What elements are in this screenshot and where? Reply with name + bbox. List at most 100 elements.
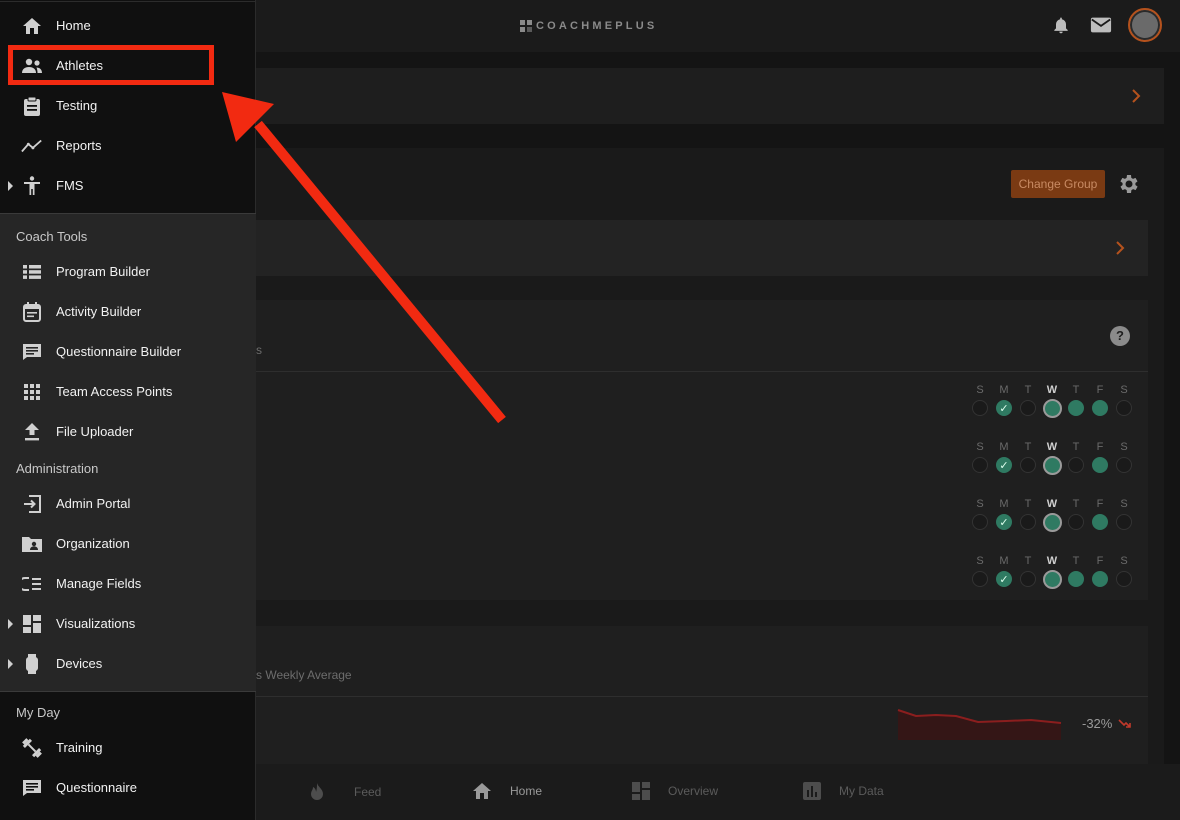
notifications-bell-icon[interactable] — [1048, 12, 1074, 38]
day-dots: ✓ — [968, 398, 1136, 418]
sidebar-item-visualizations[interactable]: Visualizations — [0, 604, 256, 644]
sidebar-item-questionnaire[interactable]: Questionnaire — [0, 768, 256, 808]
dumbbell-icon — [21, 737, 43, 759]
sidebar-item-organization[interactable]: Organization — [0, 524, 256, 564]
sidebar-item-label: Team Access Points — [56, 384, 173, 399]
brand-logo: COACHMEPLUS — [520, 17, 657, 35]
check-icon: ✓ — [996, 457, 1012, 473]
list-view-icon — [21, 261, 43, 283]
sidebar-item-label: Questionnaire — [56, 780, 137, 795]
week-tracker: SMTWTFS ✓ — [968, 441, 1136, 475]
section-title-coach-tools: Coach Tools — [16, 229, 88, 244]
sidebar-item-label: Program Builder — [56, 264, 150, 279]
sidebar-item-fms[interactable]: FMS — [0, 166, 256, 206]
chevron-right-icon[interactable] — [1126, 86, 1146, 106]
logo-mark-icon — [520, 20, 532, 32]
section-title-my-day: My Day — [16, 705, 61, 720]
person-standing-icon — [21, 175, 43, 197]
coach-admin-section: Coach Tools Program Builder Activity Bui… — [0, 213, 256, 692]
upload-icon — [21, 421, 43, 443]
mail-icon[interactable] — [1088, 12, 1114, 38]
sidebar-item-label: Training — [56, 740, 103, 755]
sidebar-item-team-access-points[interactable]: Team Access Points — [0, 372, 256, 412]
highlight-box — [8, 45, 214, 85]
sidebar-item-program-builder[interactable]: Program Builder — [0, 252, 256, 292]
weekly-average-label: s Weekly Average — [256, 668, 352, 682]
trend-percent: -32% — [1082, 716, 1113, 731]
week-tracker: SMTWTFS ✓ — [968, 555, 1136, 589]
chat-box-icon — [21, 341, 43, 363]
sidebar-item-label: Organization — [56, 536, 130, 551]
sidebar-item-label: Questionnaire Builder — [56, 344, 182, 359]
folder-person-icon — [21, 533, 43, 555]
sidebar-item-label: Visualizations — [56, 616, 136, 631]
gear-icon[interactable] — [1116, 172, 1140, 196]
side-menu: Home Athletes Testing Reports FMS Coach … — [0, 0, 256, 820]
sidebar-item-devices[interactable]: Devices — [0, 644, 256, 684]
weekday-labels: SMTWTFS — [976, 498, 1128, 510]
home-icon — [473, 783, 491, 799]
sidebar-item-label: Home — [56, 18, 91, 33]
weekday-labels: SMTWTFS — [976, 555, 1128, 567]
trend-line-icon — [21, 135, 43, 157]
trend-down-icon — [1118, 719, 1131, 728]
group-row[interactable] — [256, 220, 1148, 276]
expand-caret-icon[interactable] — [8, 659, 13, 669]
sidebar-item-questionnaire-builder[interactable]: Questionnaire Builder — [0, 332, 256, 372]
weekday-labels: SMTWTFS — [976, 384, 1128, 396]
sidebar-item-manage-fields[interactable]: Manage Fields — [0, 564, 256, 604]
sidebar-item-label: FMS — [56, 178, 84, 193]
sign-in-icon — [21, 493, 43, 515]
sidebar-item-label: Activity Builder — [56, 304, 142, 319]
sidebar-item-training[interactable]: Training — [0, 728, 256, 768]
grid-dots-icon — [21, 381, 43, 403]
sidebar-item-label: File Uploader — [56, 424, 134, 439]
day-dots: ✓ — [968, 569, 1136, 589]
sidebar-item-testing[interactable]: Testing — [0, 86, 256, 126]
summary-card[interactable] — [256, 68, 1164, 124]
section-title-administration: Administration — [16, 461, 99, 476]
bar-chart-icon — [803, 782, 821, 800]
sidebar-item-label: Reports — [56, 138, 102, 153]
calendar-note-icon — [21, 301, 43, 323]
card-subtitle-fragment: s — [256, 343, 262, 357]
help-icon[interactable]: ? — [1110, 326, 1130, 346]
flame-icon — [311, 783, 323, 800]
chevron-right-icon[interactable] — [1110, 238, 1130, 258]
fields-list-icon — [21, 573, 43, 595]
sidebar-item-label: Manage Fields — [56, 576, 142, 591]
sidebar-item-activity-builder[interactable]: Activity Builder — [0, 292, 256, 332]
clipboard-icon — [21, 95, 43, 117]
sidebar-item-label: Devices — [56, 656, 103, 671]
chat-box-icon — [21, 777, 43, 799]
sidebar-item-home[interactable]: Home — [0, 6, 256, 46]
day-dots: ✓ — [968, 455, 1136, 475]
check-icon: ✓ — [996, 571, 1012, 587]
week-tracker: SMTWTFS ✓ — [968, 498, 1136, 532]
sidebar-item-file-uploader[interactable]: File Uploader — [0, 412, 256, 452]
expand-caret-icon[interactable] — [8, 619, 13, 629]
bottom-nav-overview[interactable]: Overview — [632, 782, 718, 800]
sidebar-item-admin-portal[interactable]: Admin Portal — [0, 484, 256, 524]
brand-name: COACHMEPLUS — [536, 20, 658, 32]
bottom-nav-my-data[interactable]: My Data — [803, 782, 884, 800]
day-dots: ✓ — [968, 512, 1136, 532]
dashboard-icon — [632, 782, 650, 800]
sidebar-item-label: Testing — [56, 98, 98, 113]
sparkline-chart — [897, 709, 1062, 740]
user-avatar[interactable] — [1128, 8, 1162, 42]
sidebar-item-reports[interactable]: Reports — [0, 126, 256, 166]
sidebar-item-label: Admin Portal — [56, 496, 131, 511]
divider — [256, 371, 1148, 372]
expand-caret-icon[interactable] — [8, 181, 13, 191]
bottom-nav-feed[interactable]: Feed — [308, 782, 381, 802]
divider — [256, 696, 1148, 697]
bottom-nav-home[interactable]: Home — [472, 782, 542, 800]
week-tracker: SMTWTFS ✓ — [968, 384, 1136, 418]
check-icon: ✓ — [996, 514, 1012, 530]
weekday-labels: SMTWTFS — [976, 441, 1128, 453]
watch-icon — [21, 653, 43, 675]
change-group-button[interactable]: Change Group — [1011, 170, 1105, 198]
weekly-average-card — [256, 626, 1148, 764]
home-icon — [21, 15, 43, 37]
